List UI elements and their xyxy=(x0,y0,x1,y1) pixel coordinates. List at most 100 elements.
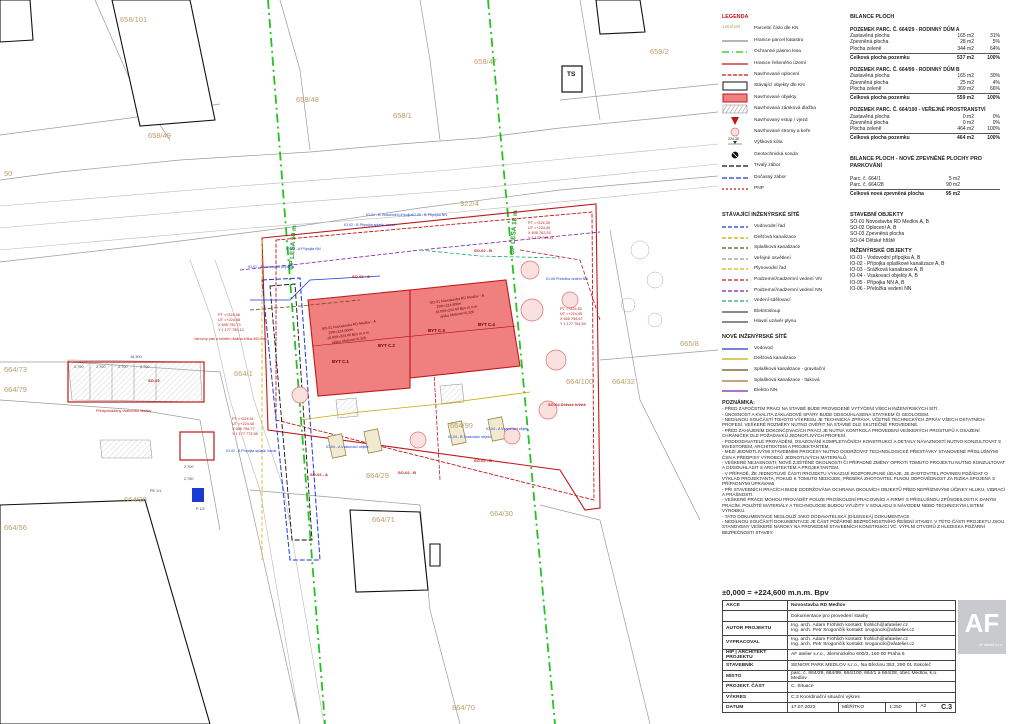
network-legend-item: Elektrosloup xyxy=(722,307,840,318)
svg-text:664/30: 664/30 xyxy=(490,509,513,518)
svg-text:IO-04 - B Vsakovací objekt: IO-04 - B Vsakovací objekt xyxy=(448,435,491,439)
legend-symbol xyxy=(722,70,748,80)
company-logo: AF AF atelier s.r.o. xyxy=(958,600,1006,654)
svg-text:665/8: 665/8 xyxy=(680,339,699,348)
svg-text:PT =+224,51: PT =+224,51 xyxy=(232,417,254,421)
svg-text:658/47: 658/47 xyxy=(474,57,497,66)
balance-values: 464 m2 100% xyxy=(957,126,1000,132)
legend-symbol xyxy=(722,93,748,103)
title-row: AUTOR PROJEKTU Ing. arch. Adam Fröhlich k… xyxy=(722,620,956,636)
network-legend-item: Vedení sdělovací xyxy=(722,296,840,307)
title-value-line: Dokumentace pro provedení stavby xyxy=(791,613,869,619)
title-value-line: AF atelier s.r.o., Jilemnického 600/3, 1… xyxy=(791,652,905,658)
svg-text:658/101: 658/101 xyxy=(120,15,147,24)
engineering-objects-items: IO-01 - Vodovodní přípojka A, B IO-02 - P… xyxy=(850,255,1000,293)
network-line-symbol xyxy=(722,317,748,327)
legend-label: Navrhovaný vstup / vjezd xyxy=(754,117,808,123)
legend-item: PNP xyxy=(722,183,840,194)
network-legend-item: Hlavní uzávěr plynu xyxy=(722,317,840,328)
balance-area: 0 m2 xyxy=(962,113,974,120)
divider xyxy=(850,189,1000,190)
title-key: PROJEKT. ČÁST xyxy=(722,681,788,693)
title-key: AKCE xyxy=(722,599,788,612)
svg-text:Předpokládaný vsakovací dlažby: Předpokládaný vsakovací dlažby xyxy=(96,409,151,413)
network-line-symbol xyxy=(722,286,748,296)
objects-title: STAVEBNÍ OBJEKTY xyxy=(850,212,904,218)
title-value: C.3 Koordinační situační výkres xyxy=(787,691,956,703)
svg-text:Varovný pás a reliéfní dlažba: Varovný pás a reliéfní dlažba šířka 400 … xyxy=(194,337,267,341)
balance-area: 28 m2 xyxy=(960,39,974,46)
legend-item: Dočasný zábor xyxy=(722,172,840,183)
svg-text:X 605 762,53: X 605 762,53 xyxy=(528,231,551,235)
network-legend-item: Dešťová kanalizace xyxy=(722,354,840,365)
svg-text:UT =+224,45: UT =+224,45 xyxy=(560,312,582,316)
title-value-line: C.3 Koordinační situační výkres xyxy=(791,694,860,700)
title-value: Novostavba RD Medlov xyxy=(787,599,956,612)
network-line-symbol xyxy=(722,365,748,375)
network-label: Hlavní uzávěr plynu xyxy=(754,319,797,325)
title-row: Dokumentace pro provedení stavby xyxy=(722,610,956,622)
balance-area: 165 m2 xyxy=(957,33,974,39)
network-label: Podzemní/nadzemní vedení VN xyxy=(754,277,822,283)
legend-kota-text: 224,35 xyxy=(728,137,739,142)
network-legend-item: Podzemní/nadzemní vedení NN xyxy=(722,285,840,296)
title-value: C. Situace xyxy=(787,681,956,693)
svg-text:664/28: 664/28 xyxy=(124,495,147,504)
network-line-symbol xyxy=(722,275,748,285)
balance-total-values: 464 m2 100% xyxy=(957,135,1000,141)
legend-item: Navrhovaný vstup / vjezd xyxy=(722,115,840,126)
svg-text:IO-06 Přeložka vedení NN: IO-06 Přeložka vedení NN xyxy=(546,277,588,281)
title-key: VYPRACOVAL xyxy=(722,634,788,650)
balance-area: 25 m2 xyxy=(960,79,974,86)
svg-text:Y 1 177 754,59: Y 1 177 754,59 xyxy=(560,322,586,326)
balance-values: 344 m2 64% xyxy=(957,46,1000,52)
svg-text:Y 1 177 743,41: Y 1 177 743,41 xyxy=(528,236,554,240)
balance-area: 369 m2 xyxy=(957,85,974,92)
svg-text:2,700: 2,700 xyxy=(74,365,84,369)
legend-label: Dočasný zábor xyxy=(754,174,786,180)
new-networks-title: NOVÉ INŽENÝRSKÉ SÍTĚ xyxy=(722,333,787,340)
network-label: Dešťová kanalizace xyxy=(754,234,797,240)
balance-label: Plocha zeleně xyxy=(850,85,882,92)
unit-2: BYT C.2 xyxy=(378,343,395,348)
network-label: Vodovodní řad xyxy=(754,224,785,230)
legend-item: 1203/184 Parcelní číslo dle KN xyxy=(722,24,840,35)
legend-item: Hranice řešeného území xyxy=(722,58,840,69)
network-label: Elektro NN xyxy=(754,388,778,394)
svg-text:664/1: 664/1 xyxy=(234,369,253,378)
unit-1: BYT C.1 xyxy=(332,359,349,364)
divider xyxy=(850,133,1000,135)
legend-symbol xyxy=(722,127,748,137)
date-label: DATUM xyxy=(722,701,788,714)
title-block: ±0,000 = +224,600 m.n.m. Bpv AKCE Novosta… xyxy=(722,582,1006,716)
title-row: VÝKRES C.3 Koordinační situační výkres xyxy=(722,691,956,703)
note-line: - MEZI JEDNOTLIVÝMI STAVEBNÍMI PROCESY N… xyxy=(722,449,999,460)
svg-text:IO-01 - A Vodovodní přípojka: IO-01 - A Vodovodní přípojka xyxy=(248,265,294,269)
balance-label: Plocha zeleně xyxy=(850,126,882,132)
engineering-object-item: IO-06 - Přeložka vedení NN xyxy=(850,285,912,292)
title-value: Dokumentace pro provedení stavby xyxy=(787,610,956,622)
title-key: AUTOR PROJEKTU xyxy=(722,620,788,636)
svg-text:X 605 790,73: X 605 790,73 xyxy=(218,323,241,327)
svg-text:PT =+224,52: PT =+224,52 xyxy=(560,307,582,311)
existing-networks-legend: STÁVAJÍCÍ INŽENÝRSKÉ SÍTĚ Vodovodní řad D… xyxy=(722,212,840,396)
legend-label: Hranice parcel katastru xyxy=(754,37,804,43)
scale-value: 1:250 xyxy=(885,701,918,714)
network-legend-item: Splašková kanalizace - tlaková xyxy=(722,375,840,386)
drawing-sheet: TS OP LESA 50 m OP LESA 18 m BYT C.1 BYT… xyxy=(0,0,1024,724)
network-line-symbol xyxy=(722,307,748,317)
legend-symbol xyxy=(722,59,748,69)
svg-text:664/79: 664/79 xyxy=(4,385,27,394)
engineering-objects-title: INŽENÝRSKÉ OBJEKTY xyxy=(850,247,912,254)
svg-text:IO-05 - B Přípojka NN: IO-05 - B Přípojka NN xyxy=(412,213,447,217)
svg-text:2,700: 2,700 xyxy=(140,365,150,369)
network-legend-item: Dešťová kanalizace xyxy=(722,232,840,243)
balance-group: POZEMEK PARC. Č. 664/29 - RODINNÝ DŮM AZ… xyxy=(850,27,1000,61)
balance-total-area: 464 m2 xyxy=(957,135,974,142)
network-label: Plynovodní řad xyxy=(754,266,786,272)
svg-text:IO-05 - A Přípojka NN: IO-05 - A Přípojka NN xyxy=(286,247,321,251)
note-line: - NEDÍLNOU SOUČÁSTÍ TOHOTO VÝKRESU JE TE… xyxy=(722,417,985,428)
format-value: A2 C.3 xyxy=(916,701,956,714)
title-value: Ing. arch. Adam Fröhlich kontakt: frohli… xyxy=(787,634,956,650)
svg-text:SO-02 - B: SO-02 - B xyxy=(474,248,492,253)
